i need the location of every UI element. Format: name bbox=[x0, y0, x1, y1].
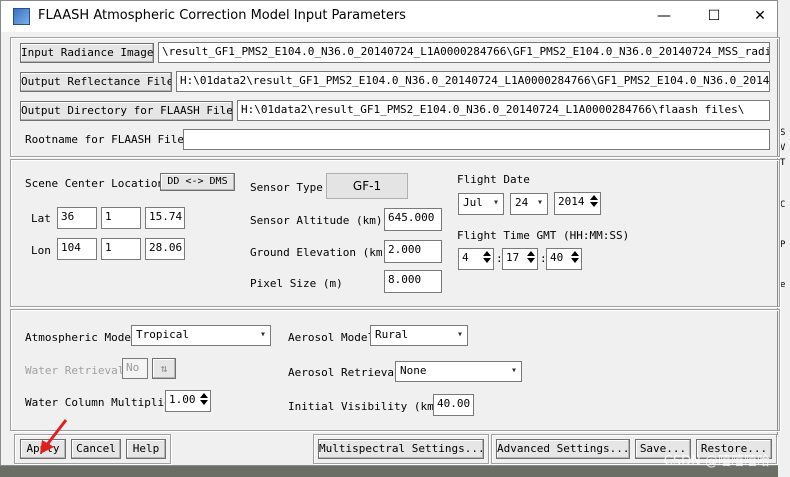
spinner-arrows-icon[interactable] bbox=[569, 250, 580, 268]
flaash-dialog: FLAASH Atmospheric Correction Model Inpu… bbox=[0, 0, 780, 466]
aerosol-retrieval-label: Aerosol Retrieval bbox=[288, 366, 401, 379]
sensor-altitude-field[interactable]: 645.000 bbox=[384, 208, 442, 231]
close-button[interactable]: ✕ bbox=[737, 1, 783, 32]
sensor-type-button[interactable]: GF-1 bbox=[326, 173, 408, 199]
aerosol-model-select[interactable]: Rural ▾ bbox=[370, 325, 468, 346]
atmospheric-model-label: Atmospheric Model bbox=[25, 331, 138, 344]
input-radiance-field[interactable]: \result_GF1_PMS2_E104.0_N36.0_20140724_L… bbox=[158, 42, 770, 63]
watermark: CSDN @嘻嘻嘻哈 bbox=[663, 454, 770, 469]
lat-seconds-field[interactable]: 15.74 bbox=[145, 207, 185, 229]
chevron-down-icon: ▾ bbox=[259, 329, 266, 340]
cancel-button[interactable]: Cancel bbox=[71, 439, 121, 459]
flight-second-value: 40 bbox=[550, 251, 564, 264]
sensor-type-label: Sensor Type bbox=[250, 181, 323, 194]
atmospheric-model-select[interactable]: Tropical ▾ bbox=[131, 325, 271, 346]
water-retrieval-label: Water Retrieval bbox=[25, 364, 125, 377]
rootname-label: Rootname for FLAASH Files bbox=[25, 133, 191, 146]
flight-month-value: Jul bbox=[463, 196, 483, 209]
water-multiplier-spinner[interactable]: 1.00 bbox=[165, 390, 211, 412]
scene-center-label: Scene Center Location bbox=[25, 177, 165, 190]
flight-day-select[interactable]: 24 ▾ bbox=[510, 193, 548, 215]
spinner-arrows-icon[interactable] bbox=[198, 392, 209, 410]
title-bar: FLAASH Atmospheric Correction Model Inpu… bbox=[1, 1, 777, 32]
chevron-down-icon: ▾ bbox=[492, 197, 499, 208]
window-title: FLAASH Atmospheric Correction Model Inpu… bbox=[38, 8, 406, 23]
atmospheric-model-value: Tropical bbox=[136, 328, 189, 341]
red-arrow-annotation bbox=[40, 419, 68, 454]
aerosol-model-value: Rural bbox=[375, 328, 409, 341]
flight-month-select[interactable]: Jul ▾ bbox=[458, 193, 504, 215]
help-button[interactable]: Help bbox=[126, 439, 166, 459]
input-radiance-button[interactable]: Input Radiance Image bbox=[20, 43, 154, 63]
output-reflectance-button[interactable]: Output Reflectance File bbox=[20, 72, 172, 92]
lon-degrees-field[interactable]: 104 bbox=[57, 238, 97, 260]
flight-date-label: Flight Date bbox=[457, 173, 530, 186]
minimize-button[interactable]: — bbox=[641, 1, 687, 32]
app-icon bbox=[13, 8, 30, 25]
lon-minutes-field[interactable]: 1 bbox=[101, 238, 141, 260]
aerosol-model-label: Aerosol Model bbox=[288, 331, 375, 344]
ground-elevation-label: Ground Elevation (km) bbox=[250, 246, 390, 259]
multispectral-settings-button[interactable]: Multispectral Settings... bbox=[318, 439, 484, 459]
dd-dms-button[interactable]: DD <-> DMS bbox=[160, 173, 235, 191]
advanced-settings-button[interactable]: Advanced Settings... bbox=[496, 439, 630, 459]
spinner-arrows-icon[interactable] bbox=[588, 194, 599, 213]
lon-label: Lon bbox=[31, 244, 51, 257]
rootname-field[interactable] bbox=[183, 129, 770, 150]
spinner-arrows-icon[interactable] bbox=[481, 250, 492, 268]
output-directory-button[interactable]: Output Directory for FLAASH Files bbox=[20, 101, 233, 121]
water-multiplier-label: Water Column Multiplier bbox=[25, 396, 178, 409]
flight-minute-spinner[interactable]: 17 bbox=[502, 248, 538, 270]
spinner-arrows-icon[interactable] bbox=[525, 250, 536, 268]
flight-year-value: 2014 bbox=[558, 195, 585, 208]
lat-label: Lat bbox=[31, 212, 51, 225]
flight-minute-value: 17 bbox=[506, 251, 520, 264]
flight-second-spinner[interactable]: 40 bbox=[546, 248, 582, 270]
output-reflectance-field[interactable]: H:\01data2\result_GF1_PMS2_E104.0_N36.0_… bbox=[176, 71, 770, 92]
chevron-down-icon: ▾ bbox=[510, 365, 517, 376]
toggle-arrows-icon[interactable]: ⇅ bbox=[152, 358, 176, 379]
output-directory-field[interactable]: H:\01data2\result_GF1_PMS2_E104.0_N36.0_… bbox=[237, 100, 770, 121]
chevron-down-icon: ▾ bbox=[456, 329, 463, 340]
lat-minutes-field[interactable]: 1 bbox=[101, 207, 141, 229]
flight-day-value: 24 bbox=[515, 196, 529, 209]
flight-time-label: Flight Time GMT (HH:MM:SS) bbox=[457, 229, 630, 242]
pixel-size-field[interactable]: 8.000 bbox=[384, 270, 442, 293]
aerosol-retrieval-select[interactable]: None ▾ bbox=[395, 361, 522, 382]
lon-seconds-field[interactable]: 28.06 bbox=[145, 238, 185, 260]
water-multiplier-value: 1.00 bbox=[169, 393, 196, 406]
initial-visibility-label: Initial Visibility (km) bbox=[288, 400, 441, 413]
flight-hour-value: 4 bbox=[462, 251, 469, 264]
pixel-size-label: Pixel Size (m) bbox=[250, 277, 343, 290]
flight-year-spinner[interactable]: 2014 bbox=[554, 192, 601, 215]
flight-hour-spinner[interactable]: 4 bbox=[458, 248, 494, 270]
ground-elevation-field[interactable]: 2.000 bbox=[384, 240, 442, 263]
sensor-altitude-label: Sensor Altitude (km) bbox=[250, 214, 383, 227]
initial-visibility-field[interactable]: 40.00 bbox=[433, 394, 474, 416]
chevron-down-icon: ▾ bbox=[536, 197, 543, 208]
lat-degrees-field[interactable]: 36 bbox=[57, 207, 97, 229]
water-retrieval-field[interactable]: No bbox=[122, 358, 148, 379]
maximize-button[interactable]: ☐ bbox=[691, 1, 737, 32]
aerosol-retrieval-value: None bbox=[400, 364, 427, 377]
